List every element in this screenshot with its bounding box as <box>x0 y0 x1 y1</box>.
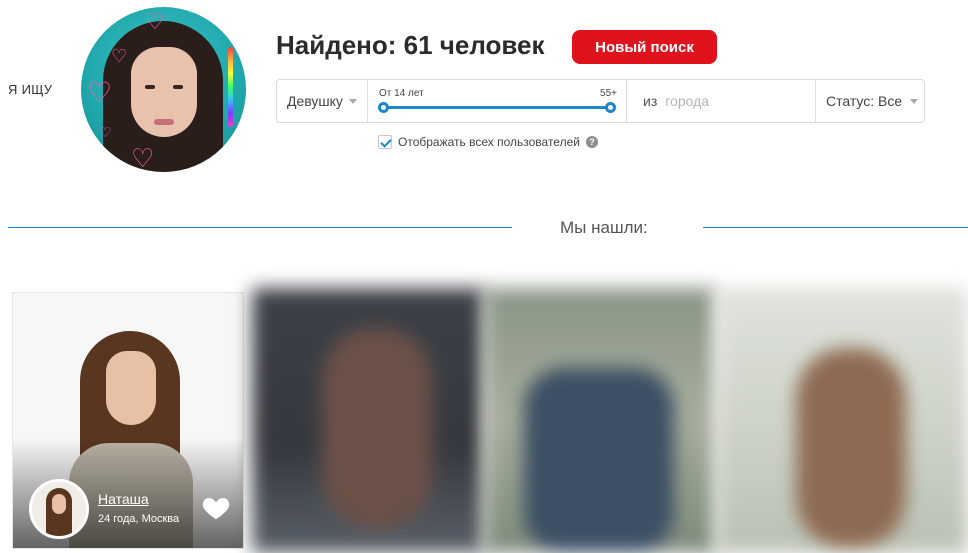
heart-sticker-icon: ♡ <box>99 124 112 140</box>
profile-card[interactable]: Наташа 24 года, Москва <box>12 292 244 549</box>
heart-sticker-icon: ♡ <box>145 9 165 34</box>
show-all-checkbox[interactable] <box>378 135 392 149</box>
divider-left <box>8 227 512 228</box>
divider-right <box>703 227 968 228</box>
profile-meta: 24 года, Москва <box>98 513 180 525</box>
profile-avatar[interactable] <box>29 479 89 539</box>
show-all-label[interactable]: Отображать всех пользователей <box>398 135 580 149</box>
heart-sticker-icon: ♡ <box>131 143 155 172</box>
blurred-profile-card[interactable] <box>252 288 484 553</box>
mini-face <box>52 494 66 514</box>
heart-sticker-icon: ♡ <box>111 46 128 66</box>
avatar-lips <box>154 119 174 125</box>
gender-select[interactable]: Девушку <box>277 80 368 122</box>
blurred-figure <box>524 368 674 553</box>
age-from-label: От 14 лет <box>379 88 424 99</box>
blurred-profile-card[interactable] <box>484 288 716 553</box>
blurred-figure <box>322 328 432 528</box>
blurred-figure <box>796 348 906 548</box>
age-to-label: 55+ <box>600 88 617 99</box>
chevron-down-icon <box>348 98 357 104</box>
slider-handle-max[interactable] <box>605 102 616 113</box>
results-heading: Мы нашли: <box>560 218 648 237</box>
age-range-slider[interactable]: От 14 лет 55+ <box>368 80 627 122</box>
slider-track[interactable] <box>384 106 610 109</box>
status-value: Статус: Все <box>826 93 903 109</box>
city-input[interactable] <box>665 93 806 109</box>
search-page: Я ИЩУ ♡ ♡ ♡ ♡ ♡ Найдено: 61 человек Новы… <box>0 0 968 553</box>
heart-sticker-icon: ♡ <box>87 77 113 108</box>
rainbow-stripe <box>228 47 233 127</box>
photo-face <box>106 351 156 425</box>
gender-value: Девушку <box>287 93 343 109</box>
heart-icon[interactable] <box>201 493 231 523</box>
new-search-button[interactable]: Новый поиск <box>572 30 717 64</box>
chevron-down-icon <box>910 98 919 104</box>
city-prefix: из <box>643 93 658 109</box>
city-filter: из <box>627 80 816 122</box>
slider-handle-min[interactable] <box>378 102 389 113</box>
avatar-eye-left <box>145 85 155 89</box>
blurred-profile-card[interactable] <box>716 288 968 553</box>
show-all-option: Отображать всех пользователей ? <box>378 135 598 149</box>
search-label: Я ИЩУ <box>8 82 53 97</box>
profile-name-link[interactable]: Наташа <box>98 491 149 507</box>
user-avatar[interactable]: ♡ ♡ ♡ ♡ ♡ <box>81 7 246 172</box>
status-select[interactable]: Статус: Все <box>816 80 924 122</box>
filter-bar: Девушку От 14 лет 55+ из Статус: Все <box>276 79 925 123</box>
avatar-eye-right <box>173 85 183 89</box>
help-icon[interactable]: ? <box>585 136 598 148</box>
found-count-title: Найдено: 61 человек <box>276 30 545 60</box>
